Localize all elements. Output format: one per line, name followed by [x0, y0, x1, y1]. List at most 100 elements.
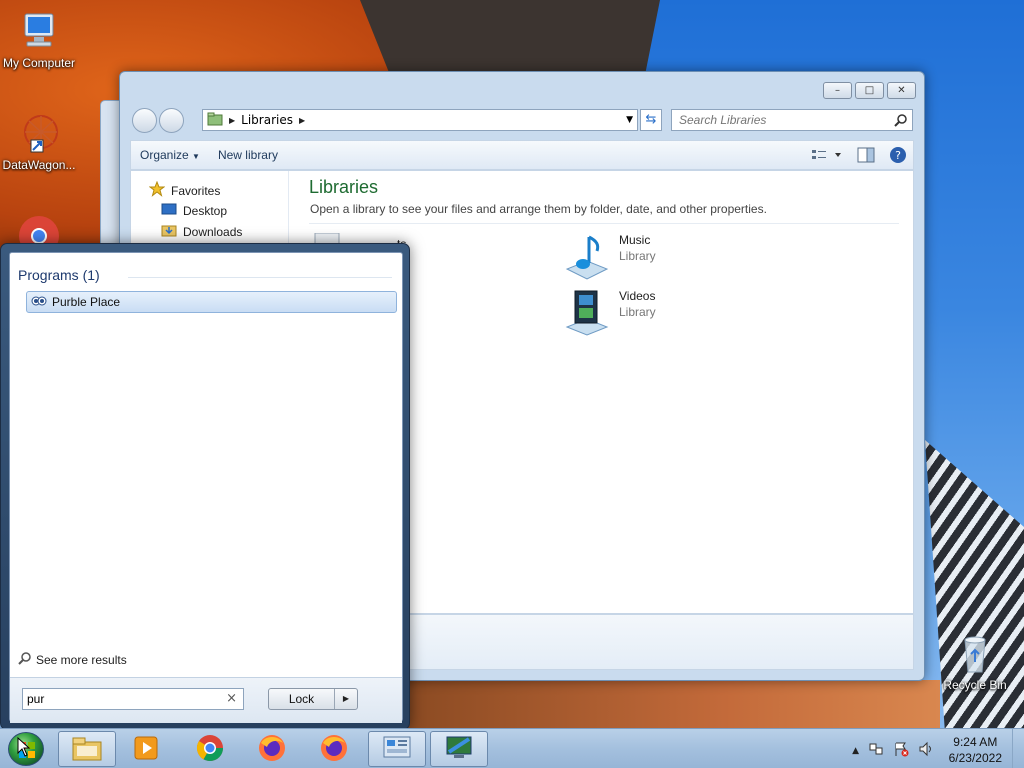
system-tray: ▲: [852, 741, 934, 760]
page-title: Libraries: [309, 177, 379, 197]
new-library-button[interactable]: New library: [209, 148, 287, 162]
address-bar[interactable]: ▶ Libraries ▶ ▼: [202, 109, 638, 131]
command-bar-right: ?: [811, 146, 907, 167]
mouse-cursor-icon: [17, 736, 31, 760]
start-menu-results-panel: Programs (1) Purble Place See more resul…: [9, 252, 403, 723]
libraries-folder-icon: [207, 112, 223, 129]
programs-header: Programs (1): [18, 267, 100, 283]
taskbar-control-panel[interactable]: [368, 731, 426, 767]
minimize-button[interactable]: –: [823, 82, 852, 99]
chrome-icon: [17, 214, 61, 244]
recycle-bin-icon: [953, 632, 997, 676]
clear-search-icon[interactable]: ×: [226, 691, 237, 706]
desktop-icon-recycle-bin[interactable]: Recycle Bin: [936, 632, 1014, 692]
taskbar: ▲ 9:24 AM 6/23/2022: [0, 728, 1024, 768]
wallpaper-roof: [360, 0, 660, 75]
start-search-box[interactable]: ×: [22, 688, 244, 710]
result-purble-place[interactable]: Purble Place: [26, 291, 397, 313]
page-subtitle: Open a library to see your files and arr…: [310, 202, 767, 216]
search-box[interactable]: [671, 109, 913, 131]
music-library-icon: [563, 233, 611, 284]
clock-date: 6/23/2022: [948, 751, 1002, 765]
maximize-button[interactable]: □: [855, 82, 884, 99]
taskbar-explorer[interactable]: [58, 731, 116, 767]
nav-downloads-label: Downloads: [183, 224, 243, 239]
search-icon[interactable]: [894, 113, 908, 130]
search-input[interactable]: [672, 110, 882, 130]
address-dropdown-icon[interactable]: ▼: [626, 115, 633, 125]
downloads-folder-icon: [161, 223, 177, 240]
desktop-icon-my-computer[interactable]: My Computer: [0, 10, 78, 70]
breadcrumb-arrow-icon[interactable]: ▶: [299, 116, 305, 125]
nav-desktop-label: Desktop: [183, 203, 228, 218]
preview-pane-button[interactable]: [857, 147, 875, 166]
see-more-label: See more results: [36, 652, 127, 667]
show-hidden-icons-button[interactable]: ▲: [852, 746, 859, 756]
lock-button[interactable]: Lock: [269, 689, 335, 709]
forward-button[interactable]: [159, 108, 184, 133]
nav-arrows: [132, 108, 184, 133]
start-menu-bottom-bar: × Lock ▶: [10, 677, 402, 723]
start-search-input[interactable]: [23, 689, 213, 709]
show-desktop-button[interactable]: [1012, 729, 1024, 768]
taskbar-chrome[interactable]: [181, 731, 239, 767]
control-panel-icon: [381, 734, 413, 765]
desktop-icon-chrome[interactable]: [0, 214, 78, 244]
remote-desktop-icon: [443, 734, 475, 765]
see-more-results-link[interactable]: See more results: [18, 651, 127, 668]
volume-icon[interactable]: [918, 741, 934, 760]
desktop-icon-label: My Computer: [2, 56, 76, 70]
desktop-icon-label: Recycle Bin: [943, 678, 1007, 692]
desktop-icon-datawagon[interactable]: DataWagon...: [0, 112, 78, 172]
divider: [309, 223, 899, 224]
nav-downloads[interactable]: Downloads: [161, 223, 242, 240]
organize-label: Organize: [140, 148, 189, 162]
nav-favorites[interactable]: Favorites: [148, 180, 220, 200]
svg-text:?: ?: [895, 149, 901, 162]
library-name: Videos: [619, 289, 656, 303]
taskbar-remote[interactable]: [430, 731, 488, 767]
firefox-icon: [319, 733, 349, 766]
taskbar-firefox-2[interactable]: [305, 731, 363, 767]
caption-buttons: – □ ✕: [823, 82, 916, 99]
breadcrumb-libraries[interactable]: Libraries: [241, 113, 293, 127]
action-center-flag-icon[interactable]: [893, 741, 909, 760]
search-icon: [18, 651, 32, 668]
library-type: Library: [619, 305, 656, 319]
desktop-icon-label: DataWagon...: [2, 158, 76, 172]
videos-library-icon: [563, 289, 611, 340]
lock-button-group: Lock ▶: [268, 688, 358, 710]
purble-place-icon: [31, 294, 47, 311]
refresh-button[interactable]: ⇆: [640, 109, 662, 131]
network-icon[interactable]: [868, 741, 884, 760]
media-player-icon: [132, 734, 160, 765]
chrome-icon: [195, 733, 225, 766]
library-name: Music: [619, 233, 651, 247]
help-icon[interactable]: ?: [889, 146, 907, 167]
breadcrumb-arrow-icon[interactable]: ▶: [229, 116, 235, 125]
library-videos[interactable]: Videos Library: [563, 289, 656, 340]
organize-button[interactable]: Organize ▼: [131, 148, 209, 162]
star-icon: [148, 180, 166, 200]
datawagon-icon: [17, 112, 61, 156]
view-options-button[interactable]: [811, 148, 843, 165]
desktop-folder-icon: [161, 202, 177, 219]
clock[interactable]: 9:24 AM 6/23/2022: [949, 734, 1002, 766]
firefox-icon: [257, 733, 287, 766]
divider: [128, 277, 392, 278]
start-menu: Programs (1) Purble Place See more resul…: [0, 243, 410, 730]
taskbar-media-player[interactable]: [117, 731, 175, 767]
result-label: Purble Place: [52, 295, 121, 309]
command-bar: Organize ▼ New library ?: [130, 140, 914, 170]
library-type: Library: [619, 249, 656, 263]
chevron-down-icon: ▼: [192, 152, 200, 161]
back-button[interactable]: [132, 108, 157, 133]
close-button[interactable]: ✕: [887, 82, 916, 99]
lock-options-arrow-icon[interactable]: ▶: [335, 689, 357, 709]
library-music[interactable]: Music Library: [563, 233, 656, 284]
nav-desktop[interactable]: Desktop: [161, 202, 227, 219]
taskbar-firefox[interactable]: [243, 731, 301, 767]
clock-time: 9:24 AM: [953, 735, 998, 749]
computer-icon: [17, 10, 61, 54]
wallpaper-ground: [400, 680, 940, 730]
